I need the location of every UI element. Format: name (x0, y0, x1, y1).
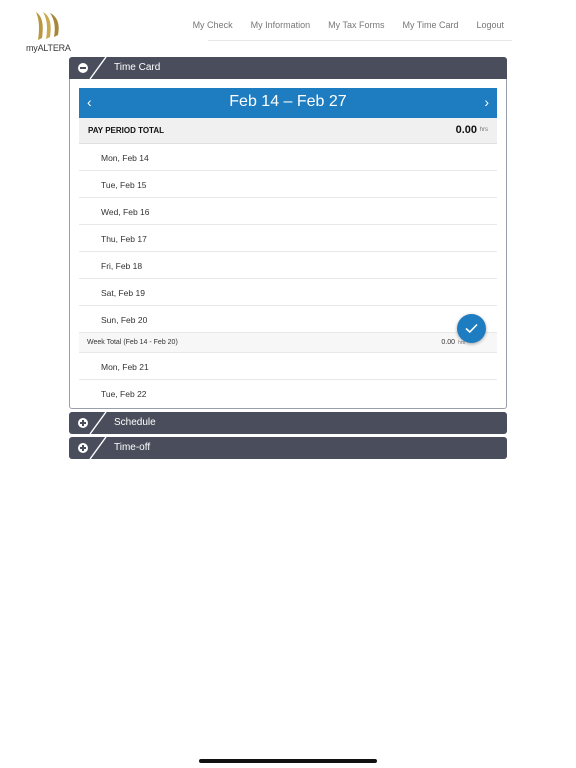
day-label: Sat, Feb 19 (101, 288, 145, 298)
schedule-title: Schedule (114, 417, 156, 428)
approve-button[interactable] (457, 314, 486, 343)
day-label: Tue, Feb 15 (101, 180, 147, 190)
day-row[interactable]: Fri, Feb 18 (79, 252, 497, 279)
nav-my-information[interactable]: My Information (251, 20, 311, 30)
nav-divider (208, 40, 512, 41)
week-total-value: 0.00 (441, 339, 455, 346)
day-label: Thu, Feb 17 (101, 234, 147, 244)
timeoff-header[interactable]: Time-off (69, 437, 507, 459)
timecard-title: Time Card (114, 62, 161, 73)
day-label: Fri, Feb 18 (101, 261, 143, 271)
day-label: Wed, Feb 16 (101, 207, 150, 217)
timeoff-section: Time-off (69, 437, 507, 459)
slash-divider-icon (89, 412, 107, 434)
day-label: Tue, Feb 22 (101, 389, 147, 399)
day-row[interactable]: Tue, Feb 15 (79, 171, 497, 198)
logo-mark-icon (36, 12, 59, 40)
myaltera-logo[interactable]: myALTERA (24, 10, 76, 54)
pay-period-total-value: 0.00 (455, 124, 477, 136)
nav-my-tax-forms[interactable]: My Tax Forms (328, 20, 384, 30)
period-label: Feb 14 – Feb 27 (229, 93, 347, 110)
day-row[interactable]: Mon, Feb 21 (79, 353, 497, 380)
slash-divider-icon (89, 437, 107, 459)
timecard-section: Time Card (69, 57, 507, 79)
nav-my-time-card[interactable]: My Time Card (402, 20, 458, 30)
pay-period-total-label: PAY PERIOD TOTAL (88, 126, 165, 135)
day-row[interactable]: Sat, Feb 19 (79, 279, 497, 306)
day-label: Mon, Feb 21 (101, 362, 149, 372)
day-row[interactable]: Thu, Feb 17 (79, 225, 497, 252)
day-row[interactable]: Tue, Feb 22 (79, 380, 497, 407)
nav-my-check[interactable]: My Check (193, 20, 233, 30)
pay-period-total-row: PAY PERIOD TOTAL 0.00 hrs (79, 118, 497, 144)
nav-logout[interactable]: Logout (476, 20, 504, 30)
timecard-header[interactable]: Time Card (69, 57, 507, 79)
schedule-header[interactable]: Schedule (69, 412, 507, 434)
schedule-section: Schedule (69, 412, 507, 434)
day-label: Mon, Feb 14 (101, 153, 149, 163)
checkmark-icon (465, 323, 478, 334)
week-total-label: Week Total (Feb 14 - Feb 20) (87, 339, 178, 346)
slash-divider-icon (89, 57, 107, 79)
week-total-row: Week Total (Feb 14 - Feb 20) 0.00 hrs (79, 333, 497, 353)
logo-text: myALTERA (26, 43, 71, 53)
home-indicator[interactable] (199, 759, 377, 763)
timeoff-title: Time-off (114, 442, 151, 453)
top-nav: My Check My Information My Tax Forms My … (193, 20, 504, 30)
next-period-button[interactable]: › (484, 94, 489, 110)
day-label: Sun, Feb 20 (101, 315, 148, 325)
day-row[interactable]: Mon, Feb 14 (79, 144, 497, 171)
day-row[interactable]: Sun, Feb 20 (79, 306, 497, 333)
period-navigator: ‹ Feb 14 – Feb 27 › (79, 88, 497, 118)
pay-period-total-unit: hrs (479, 127, 488, 133)
day-row[interactable]: Wed, Feb 16 (79, 198, 497, 225)
